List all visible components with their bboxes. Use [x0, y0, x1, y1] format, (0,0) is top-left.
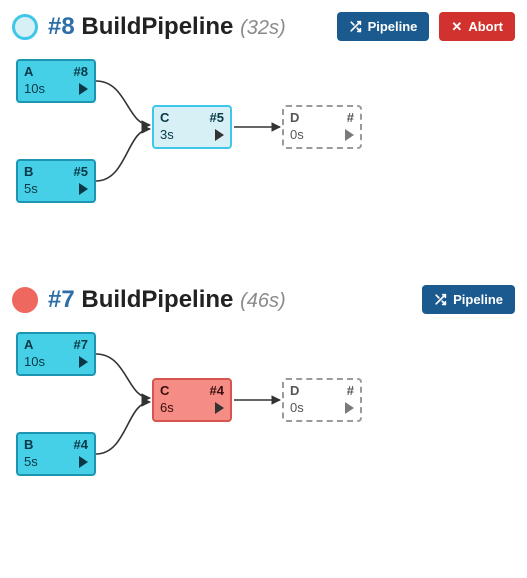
close-icon: ✕: [451, 20, 462, 33]
play-icon[interactable]: [345, 402, 354, 414]
pipeline-node-d[interactable]: D # 0s: [282, 105, 362, 149]
node-name: A: [24, 64, 33, 79]
pipeline-node-d[interactable]: D # 0s: [282, 378, 362, 422]
node-build: #: [347, 110, 354, 125]
run-header: #8 BuildPipeline (32s) Pipeline ✕ Abort: [12, 12, 515, 41]
node-name: D: [290, 110, 299, 125]
run-name: BuildPipeline: [81, 13, 233, 40]
node-name: D: [290, 383, 299, 398]
node-duration: 10s: [24, 354, 45, 369]
pipeline-button-label: Pipeline: [453, 292, 503, 307]
pipeline-node-b[interactable]: B #5 5s: [16, 159, 96, 203]
pipeline-graph: A #7 10s B #4 5s C #4 6s D # 0s: [12, 328, 515, 508]
pipeline-run: #7 BuildPipeline (46s) Pipeline A #7 10s: [12, 285, 515, 508]
node-duration: 3s: [160, 127, 174, 142]
run-number[interactable]: #7: [48, 286, 75, 313]
node-duration: 5s: [24, 454, 38, 469]
pipeline-node-c[interactable]: C #5 3s: [152, 105, 232, 149]
run-duration: (32s): [240, 17, 286, 39]
run-header: #7 BuildPipeline (46s) Pipeline: [12, 285, 515, 314]
play-icon[interactable]: [215, 402, 224, 414]
status-indicator: [12, 14, 38, 40]
node-build: #5: [74, 164, 88, 179]
node-duration: 6s: [160, 400, 174, 415]
play-icon[interactable]: [79, 456, 88, 468]
pipeline-button[interactable]: Pipeline: [422, 285, 515, 314]
play-icon[interactable]: [215, 129, 224, 141]
run-title: #8 BuildPipeline (32s): [48, 13, 286, 41]
node-build: #7: [74, 337, 88, 352]
play-icon[interactable]: [345, 129, 354, 141]
play-icon[interactable]: [79, 356, 88, 368]
pipeline-node-a[interactable]: A #7 10s: [16, 332, 96, 376]
pipeline-node-c[interactable]: C #4 6s: [152, 378, 232, 422]
shuffle-icon: [349, 20, 362, 33]
run-title: #7 BuildPipeline (46s): [48, 286, 286, 314]
pipeline-button-label: Pipeline: [368, 19, 418, 34]
pipeline-graph: A #8 10s B #5 5s C #5 3s D # 0s: [12, 55, 515, 235]
run-duration: (46s): [240, 290, 286, 312]
abort-button-label: Abort: [468, 19, 503, 34]
play-icon[interactable]: [79, 83, 88, 95]
node-build: #: [347, 383, 354, 398]
node-name: B: [24, 164, 33, 179]
node-build: #4: [210, 383, 224, 398]
node-name: C: [160, 110, 169, 125]
pipeline-run: #8 BuildPipeline (32s) Pipeline ✕ Abort: [12, 12, 515, 235]
node-name: C: [160, 383, 169, 398]
play-icon[interactable]: [79, 183, 88, 195]
node-build: #8: [74, 64, 88, 79]
run-number[interactable]: #8: [48, 13, 75, 40]
node-duration: 0s: [290, 400, 304, 415]
node-duration: 10s: [24, 81, 45, 96]
node-duration: 5s: [24, 181, 38, 196]
pipeline-button[interactable]: Pipeline: [337, 12, 430, 41]
run-name: BuildPipeline: [81, 286, 233, 313]
pipeline-node-a[interactable]: A #8 10s: [16, 59, 96, 103]
node-name: A: [24, 337, 33, 352]
node-build: #4: [74, 437, 88, 452]
status-indicator: [12, 287, 38, 313]
node-name: B: [24, 437, 33, 452]
shuffle-icon: [434, 293, 447, 306]
abort-button[interactable]: ✕ Abort: [439, 12, 515, 41]
node-duration: 0s: [290, 127, 304, 142]
pipeline-node-b[interactable]: B #4 5s: [16, 432, 96, 476]
node-build: #5: [210, 110, 224, 125]
